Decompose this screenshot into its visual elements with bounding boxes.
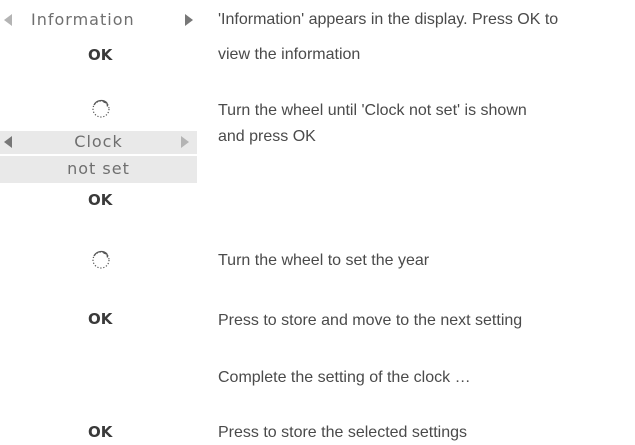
rotation-wheel-icon [92, 99, 110, 118]
step-1-description-line-1: 'Information' appears in the display. Pr… [218, 11, 559, 28]
step-2-description-line-2: and press OK [218, 128, 316, 145]
display-information: Information [0, 9, 197, 31]
step-2-description-line-1: Turn the wheel until 'Clock not set' is … [218, 102, 527, 119]
ok-button-label: OK [88, 310, 113, 328]
ok-button-label: OK [88, 46, 113, 64]
rotation-wheel-icon [92, 250, 110, 269]
step-4-description: Press to store and move to the next sett… [218, 312, 523, 329]
display-right-arrow-icon [181, 136, 189, 148]
ok-button-label: OK [88, 191, 113, 209]
step-1-description-line-2: view the information [218, 46, 361, 63]
display-left-arrow-icon [4, 14, 12, 26]
display-right-arrow-icon [185, 14, 193, 26]
ok-button-label: OK [88, 423, 113, 441]
display-divider [0, 154, 197, 156]
display-label-line-2: not set [67, 159, 130, 178]
step-5-description: Complete the setting of the clock … [218, 369, 471, 386]
display-clock-not-set: Clock not set [0, 131, 197, 183]
step-6-description: Press to store the selected settings [218, 424, 468, 441]
display-label: Information [31, 10, 135, 29]
display-label-line-1: Clock [74, 132, 123, 151]
step-3-description: Turn the wheel to set the year [218, 252, 430, 269]
